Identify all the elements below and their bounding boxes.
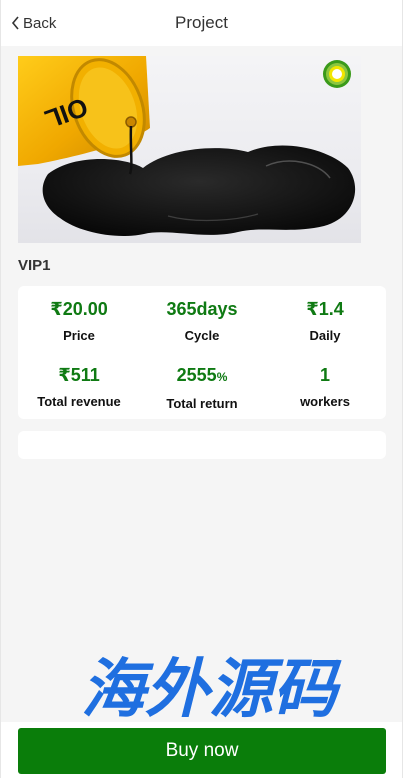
stat-cycle: 365days Cycle: [141, 298, 263, 343]
back-label: Back: [23, 14, 57, 32]
stat-label: Cycle: [184, 328, 220, 343]
description-card: [18, 431, 386, 459]
top-nav-bar: Back Project: [1, 0, 402, 46]
stat-total-revenue: ₹511 Total revenue: [18, 364, 140, 409]
stat-total-return: 2555% Total return: [141, 364, 263, 411]
buy-now-button[interactable]: Buy now: [18, 728, 386, 774]
stat-value-number: 2555: [176, 365, 217, 385]
back-button[interactable]: Back: [11, 0, 56, 46]
stat-label: Daily: [309, 328, 341, 343]
page-title: Project: [175, 13, 228, 32]
bp-helios-logo-icon: [323, 60, 351, 88]
stat-value: ₹20.00: [50, 299, 108, 319]
stat-label: Price: [63, 328, 95, 343]
stat-value: 1: [319, 365, 330, 385]
stat-value: ₹511: [58, 365, 100, 385]
stat-value: 365days: [166, 299, 238, 319]
product-banner-image: OIL: [18, 56, 361, 243]
oil-barrel: OIL: [18, 56, 150, 175]
stat-label: Total revenue: [37, 394, 121, 409]
stat-workers: 1 workers: [264, 364, 386, 409]
stat-value-unit: %: [216, 370, 228, 384]
watermark-text: 海外源码: [81, 655, 342, 725]
oil-puddle: [42, 145, 356, 237]
stat-value: 2555%: [141, 364, 263, 388]
stat-label: workers: [300, 394, 350, 409]
chevron-left-icon: [11, 16, 19, 30]
stats-card: ₹20.00 Price 365days Cycle ₹1.4 Daily ₹5…: [18, 286, 386, 419]
stat-value: ₹1.4: [306, 299, 344, 319]
stat-price: ₹20.00 Price: [18, 298, 140, 343]
watermark: 海外源码: [81, 655, 342, 725]
stat-label: Total return: [166, 396, 238, 411]
stat-daily: ₹1.4 Daily: [264, 298, 386, 343]
product-name: VIP1: [18, 257, 51, 274]
